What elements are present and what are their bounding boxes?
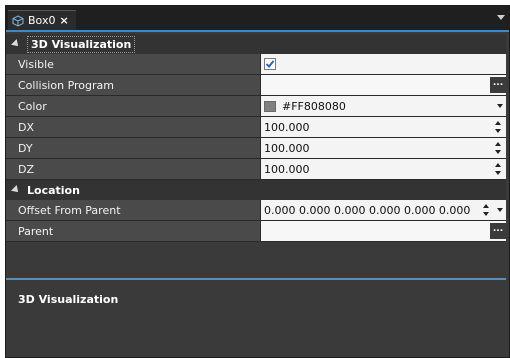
cube-icon xyxy=(12,14,24,27)
spinner-icon[interactable] xyxy=(495,161,503,177)
property-name: Color xyxy=(6,96,261,116)
category-label: Location xyxy=(27,183,80,197)
property-name: Collision Program xyxy=(6,75,261,95)
property-row-dz[interactable]: DZ 100.000 xyxy=(6,159,506,180)
spinner-icon[interactable] xyxy=(483,202,491,218)
property-name: Parent xyxy=(6,221,261,241)
tab-box0[interactable]: Box0 × xyxy=(8,10,76,30)
property-value[interactable]: ... xyxy=(261,75,506,95)
category-3d-visualization[interactable]: 3D Visualization xyxy=(6,34,506,54)
property-row-dx[interactable]: DX 100.000 xyxy=(6,117,506,138)
property-row-parent[interactable]: Parent ... xyxy=(6,221,506,242)
dropdown-arrow-icon[interactable] xyxy=(497,104,503,108)
property-row-offset-from-parent[interactable]: Offset From Parent 0.000 0.000 0.000 0.0… xyxy=(6,200,506,221)
color-swatch xyxy=(264,100,276,112)
property-name: DX xyxy=(6,117,261,137)
property-row-color[interactable]: Color #FF808080 xyxy=(6,96,506,117)
offset-value[interactable]: 0.000 0.000 0.000 0.000 0.000 0.000 xyxy=(264,204,470,217)
color-value: #FF808080 xyxy=(282,99,346,113)
description-title: 3D Visualization xyxy=(18,293,119,306)
dy-value[interactable]: 100.000 xyxy=(264,142,310,155)
dx-value[interactable]: 100.000 xyxy=(264,121,310,134)
property-row-collision-program[interactable]: Collision Program ... xyxy=(6,75,506,96)
property-name: Offset From Parent xyxy=(6,200,261,220)
property-value[interactable]: 100.000 xyxy=(261,138,506,158)
property-value[interactable]: 100.000 xyxy=(261,159,506,179)
property-name: DZ xyxy=(6,159,261,179)
tab-strip: Box0 × xyxy=(6,6,509,32)
checkmark-icon xyxy=(265,60,275,68)
close-icon[interactable]: × xyxy=(59,14,68,27)
collapse-icon[interactable] xyxy=(11,185,21,195)
property-name: Visible xyxy=(6,54,261,74)
spinner-icon[interactable] xyxy=(495,119,503,135)
tab-title: Box0 xyxy=(28,14,56,27)
property-grid: 3D Visualization Visible Collision Progr… xyxy=(6,34,506,280)
property-value[interactable]: 100.000 xyxy=(261,117,506,137)
property-value[interactable] xyxy=(261,54,506,74)
property-row-visible[interactable]: Visible xyxy=(6,54,506,75)
collapse-icon[interactable] xyxy=(11,39,21,49)
description-pane: 3D Visualization xyxy=(6,285,506,357)
dropdown-arrow-icon[interactable] xyxy=(497,208,503,212)
properties-panel: Box0 × 3D Visualization Visible Collisio… xyxy=(5,5,510,358)
browse-button[interactable]: ... xyxy=(490,223,506,239)
spinner-icon[interactable] xyxy=(495,140,503,156)
visible-checkbox[interactable] xyxy=(264,58,276,70)
property-value[interactable]: #FF808080 xyxy=(261,96,506,116)
chevron-down-icon[interactable] xyxy=(497,15,505,20)
category-location[interactable]: Location xyxy=(6,180,506,200)
property-value[interactable]: ... xyxy=(261,221,506,241)
grid-empty-area xyxy=(6,242,506,280)
property-value[interactable]: 0.000 0.000 0.000 0.000 0.000 0.000 xyxy=(261,200,506,220)
dz-value[interactable]: 100.000 xyxy=(264,163,310,176)
browse-button[interactable]: ... xyxy=(490,77,506,93)
property-row-dy[interactable]: DY 100.000 xyxy=(6,138,506,159)
category-label: 3D Visualization xyxy=(27,35,136,53)
property-name: DY xyxy=(6,138,261,158)
